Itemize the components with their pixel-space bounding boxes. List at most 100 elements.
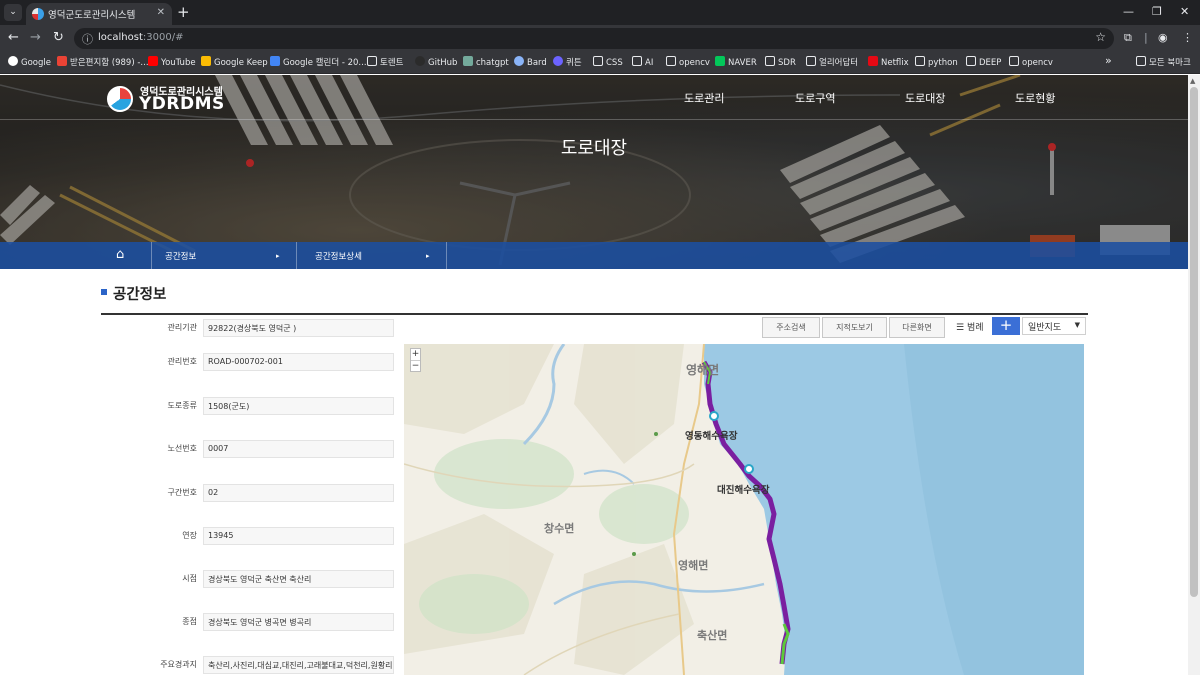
- map-label-yeonghae-north: 영해면: [686, 363, 720, 377]
- bookmark-github[interactable]: GitHub: [415, 56, 457, 68]
- field-start-point: 시점 경상북도 영덕군 축산면 축산리: [101, 570, 401, 588]
- header-divider: [0, 119, 1188, 120]
- zoom-in-button[interactable]: +: [411, 349, 420, 360]
- logo-english-name[interactable]: YDRDMS: [139, 94, 225, 114]
- bookmark-google-keep[interactable]: Google Keep: [201, 56, 268, 68]
- bookmark-folder-deep[interactable]: DEEP: [966, 56, 1001, 68]
- field-label: 관리기관: [167, 323, 197, 332]
- bookmark-folder-torrent[interactable]: 토렌트: [367, 56, 403, 68]
- reload-icon[interactable]: ↻: [53, 30, 64, 45]
- extensions-icon[interactable]: ⧉: [1124, 31, 1132, 45]
- field-road-type: 도로종류 1508(군도): [101, 397, 401, 415]
- field-label: 도로종류: [167, 401, 197, 410]
- other-screen-button[interactable]: 다른화면: [889, 317, 945, 338]
- breadcrumb-divider: [151, 242, 152, 269]
- section-title: 공간정보: [113, 287, 167, 303]
- url-text: localhost:3000/#: [98, 32, 184, 43]
- map-label-chuksan: 축산면: [697, 629, 728, 642]
- bookmark-folder-sdr[interactable]: SDR: [765, 56, 796, 68]
- all-bookmarks-folder[interactable]: 모든 북마크: [1136, 56, 1191, 68]
- map-label-yeongdong-beach: 영동해수욕장: [685, 431, 738, 442]
- bookmark-folder-ai[interactable]: AI: [632, 56, 653, 68]
- toolbar-divider: |: [1144, 31, 1148, 44]
- cadastral-map-button[interactable]: 지적도보기: [822, 317, 887, 338]
- map-canvas: [404, 344, 1084, 675]
- breadcrumb-arrow-icon[interactable]: ▸: [276, 252, 280, 260]
- map-label-daejin-beach: 대진해수욕장: [717, 485, 770, 496]
- field-label: 관리번호: [167, 357, 197, 366]
- site-logo-icon[interactable]: [107, 86, 133, 112]
- field-section-number: 구간번호 02: [101, 484, 401, 502]
- list-icon: ☰: [956, 323, 965, 333]
- field-end-point: 종점 경상북도 영덕군 병곡면 병곡리: [101, 613, 401, 631]
- field-label: 구간번호: [167, 488, 197, 497]
- field-value: 1508(군도): [203, 397, 394, 415]
- scrollbar-thumb[interactable]: [1190, 87, 1198, 597]
- site-info-icon[interactable]: ⓘ: [82, 31, 93, 47]
- tab-search-button[interactable]: ⌄: [4, 4, 22, 21]
- browser-tab-strip: ⌄ 영덕군도로관리시스템 ✕ + — ❐ ✕: [0, 0, 1200, 25]
- field-label: 노선번호: [167, 444, 197, 453]
- nav-road-status[interactable]: 도로현황: [1015, 90, 1055, 106]
- address-bar[interactable]: ⓘ localhost:3000/# ☆: [74, 28, 1114, 49]
- tab-title: 영덕군도로관리시스템: [48, 10, 136, 21]
- field-value: 02: [203, 484, 394, 502]
- add-layer-button[interactable]: +: [992, 317, 1020, 335]
- bookmark-star-icon[interactable]: ☆: [1095, 30, 1106, 44]
- browser-tab-active[interactable]: 영덕군도로관리시스템 ✕: [26, 3, 172, 25]
- field-label: 종점: [182, 617, 197, 626]
- bookmarks-overflow-icon[interactable]: »: [1105, 54, 1112, 67]
- close-window-icon[interactable]: ✕: [1180, 5, 1189, 18]
- new-tab-button[interactable]: +: [177, 3, 190, 21]
- bookmark-netflix[interactable]: Netflix: [868, 56, 909, 68]
- nav-road-zone[interactable]: 도로구역: [795, 90, 835, 106]
- tab-close-icon[interactable]: ✕: [157, 7, 165, 18]
- section-rule: [101, 313, 1088, 315]
- legend-button[interactable]: ☰ 범례: [956, 320, 984, 333]
- forward-icon[interactable]: →: [30, 30, 41, 45]
- field-route-number: 노선번호 0007: [101, 440, 401, 458]
- breadcrumb: ⌂ 공간정보 ▸ 공간정보상세 ▸: [0, 242, 1188, 269]
- breadcrumb-item-spatial-detail[interactable]: 공간정보상세: [315, 250, 362, 262]
- profile-avatar-icon[interactable]: ◉: [1158, 31, 1168, 44]
- bookmark-folder-css[interactable]: CSS: [593, 56, 623, 68]
- breadcrumb-divider: [296, 242, 297, 269]
- bookmark-folder-python[interactable]: python: [915, 56, 958, 68]
- field-label: 연장: [182, 531, 197, 540]
- minimize-icon[interactable]: —: [1123, 5, 1134, 18]
- bookmark-gmail[interactable]: 받은편지함 (989) -...: [57, 56, 149, 68]
- breadcrumb-item-spatial-info[interactable]: 공간정보: [165, 250, 196, 262]
- map-view[interactable]: 영해면 영동해수욕장 대진해수욕장 창수면 영해면 축산면 + −: [404, 344, 1084, 675]
- field-value: 0007: [203, 440, 394, 458]
- bookmark-google[interactable]: Google: [8, 56, 51, 68]
- field-management-number: 관리번호 ROAD-000702-001: [101, 353, 401, 371]
- bookmark-folder-opencv[interactable]: opencv: [666, 56, 710, 68]
- bookmark-google-calendar[interactable]: Google 캘린더 - 20...: [270, 56, 367, 68]
- breadcrumb-divider: [446, 242, 447, 269]
- bookmark-quiz[interactable]: 퀴튼: [553, 56, 582, 68]
- field-value: 92822(경상북도 영덕군 ): [203, 319, 394, 337]
- bookmark-chatgpt[interactable]: chatgpt: [463, 56, 509, 68]
- bookmark-bard[interactable]: Bard: [514, 56, 547, 68]
- bookmark-naver[interactable]: NAVER: [715, 56, 757, 68]
- nav-road-management[interactable]: 도로관리: [684, 90, 724, 106]
- home-icon[interactable]: ⌂: [116, 247, 124, 262]
- address-search-button[interactable]: 주소검색: [762, 317, 820, 338]
- address-toolbar: ← → ↻ ⓘ localhost:3000/# ☆ ⧉ | ◉ ⋮: [0, 25, 1200, 52]
- page-scrollbar[interactable]: ▲: [1188, 75, 1200, 675]
- field-value: ROAD-000702-001: [203, 353, 394, 371]
- back-icon[interactable]: ←: [8, 30, 19, 45]
- browser-menu-icon[interactable]: ⋮: [1182, 31, 1193, 44]
- bookmark-youtube[interactable]: YouTube: [148, 56, 196, 68]
- zoom-out-button[interactable]: −: [411, 360, 420, 371]
- bookmark-folder-opencv-2[interactable]: opencv: [1009, 56, 1053, 68]
- breadcrumb-arrow-icon[interactable]: ▸: [426, 252, 430, 260]
- scroll-up-icon[interactable]: ▲: [1190, 77, 1195, 85]
- bookmark-folder-early-adopter[interactable]: 얼리어답터: [806, 56, 858, 68]
- nav-road-ledger[interactable]: 도로대장: [905, 90, 945, 106]
- page-title: 도로대장: [560, 138, 628, 159]
- field-main-waypoints: 주요경과지 축산리,사진리,대심교,대진리,고래불대교,덕천리,원황리,고래: [101, 656, 401, 674]
- maximize-icon[interactable]: ❐: [1152, 5, 1162, 18]
- field-value: 13945: [203, 527, 394, 545]
- map-type-select[interactable]: 일반지도 ▼: [1022, 317, 1086, 335]
